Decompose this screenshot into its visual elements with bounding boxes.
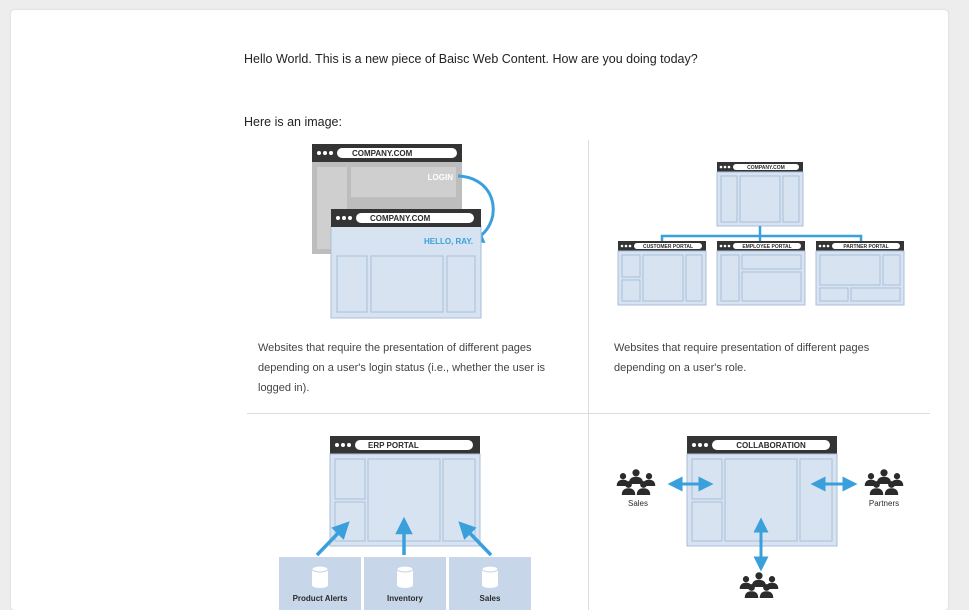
role-connectors xyxy=(660,226,863,241)
portal-partner-label: PARTNER PORTAL xyxy=(843,244,888,250)
collaboration-title: COLLABORATION xyxy=(736,441,806,450)
back-window-url: COMPANY.COM xyxy=(352,149,413,158)
source-sales: Sales xyxy=(449,557,531,610)
portal-customer: CUSTOMER PORTAL xyxy=(617,241,707,306)
illustration: COMPANY.COM LOGIN COMPANY.COM HELLO, RAY… xyxy=(279,144,905,610)
back-window-login-label: LOGIN xyxy=(428,173,454,182)
portal-employee: EMPLOYEE PORTAL xyxy=(716,241,806,306)
content-card: Hello World. This is a new piece of Bais… xyxy=(11,10,948,610)
front-window-greeting: HELLO, RAY. xyxy=(424,237,473,246)
panel-erp-portal: ERP PORTAL Product Alerts Inventory Sale… xyxy=(279,436,531,610)
company-window-url: COMPANY.COM xyxy=(747,165,785,171)
portal-customer-label: CUSTOMER PORTAL xyxy=(643,244,693,250)
portal-employee-label: EMPLOYEE PORTAL xyxy=(742,244,791,250)
front-window-url: COMPANY.COM xyxy=(370,214,431,223)
sales-group-icon xyxy=(616,469,656,495)
erp-portal-title: ERP PORTAL xyxy=(368,441,419,450)
company-window: COMPANY.COM xyxy=(716,162,804,227)
panel-collaboration: COLLABORATION Sales Partners xyxy=(616,436,904,598)
source-inventory: Inventory xyxy=(364,557,446,610)
front-window: COMPANY.COM HELLO, RAY. xyxy=(330,209,482,319)
partners-group-icon xyxy=(864,469,904,495)
sales-group-label: Sales xyxy=(628,499,648,508)
bottom-group-icon xyxy=(739,572,779,598)
portal-partner: PARTNER PORTAL xyxy=(815,241,905,306)
panel-user-role: COMPANY.COM CUSTOMER PORTAL EMPLOYEE POR… xyxy=(617,162,905,306)
panel-login-status: COMPANY.COM LOGIN COMPANY.COM HELLO, RAY… xyxy=(312,144,495,319)
partners-group-label: Partners xyxy=(869,499,899,508)
source-product-alerts: Product Alerts xyxy=(279,557,361,610)
